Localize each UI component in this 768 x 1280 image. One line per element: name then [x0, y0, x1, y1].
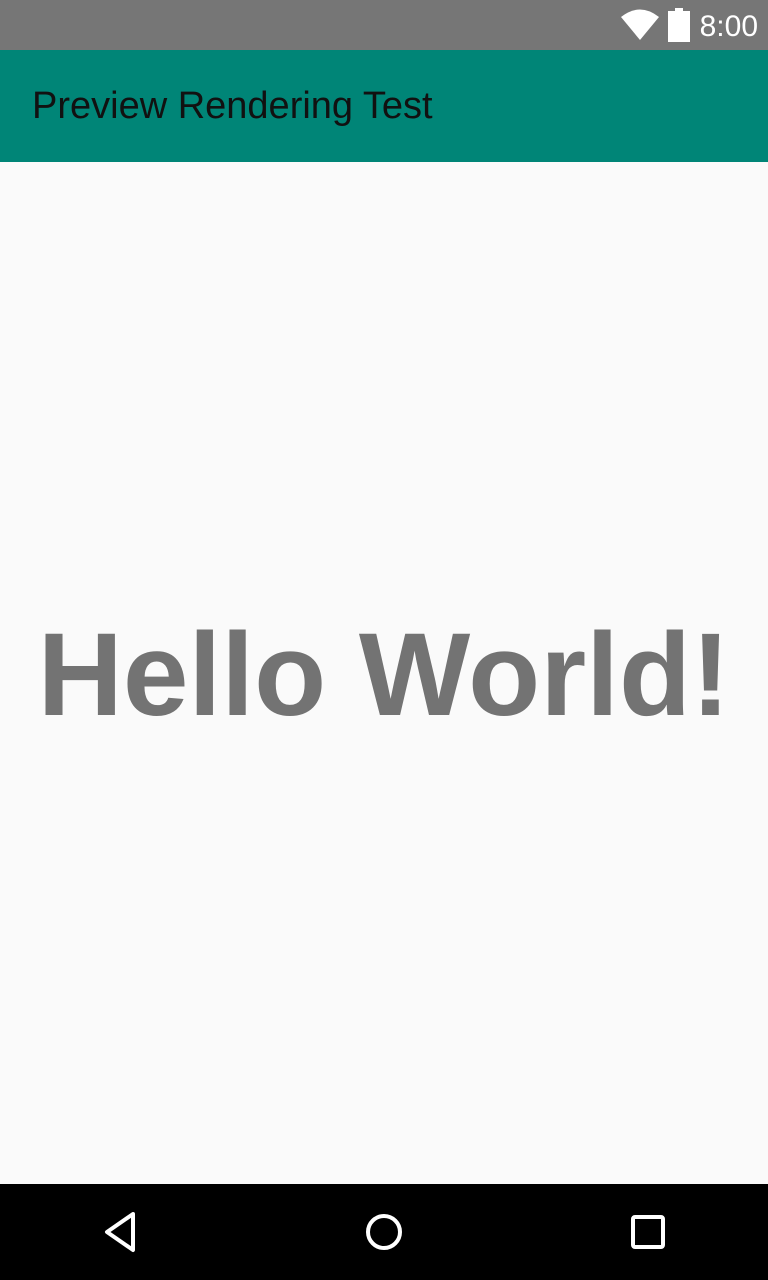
home-button[interactable]: [360, 1208, 408, 1256]
content-area: Hello World!: [0, 162, 768, 1184]
app-bar: Preview Rendering Test: [0, 50, 768, 162]
battery-icon: [667, 8, 690, 42]
navigation-bar: [0, 1184, 768, 1280]
screen: 8:00 Preview Rendering Test Hello World!: [0, 0, 768, 1280]
wifi-icon: [620, 9, 659, 40]
home-icon: [366, 1214, 402, 1250]
recents-icon: [631, 1215, 665, 1249]
status-bar: 8:00: [0, 0, 768, 50]
hello-world-text: Hello World!: [37, 609, 731, 741]
status-time: 8:00: [699, 10, 758, 43]
app-title: Preview Rendering Test: [32, 85, 433, 127]
recents-button[interactable]: [624, 1208, 672, 1256]
status-icons: 8:00: [620, 0, 758, 50]
back-button[interactable]: [96, 1208, 144, 1256]
back-icon: [105, 1212, 135, 1252]
